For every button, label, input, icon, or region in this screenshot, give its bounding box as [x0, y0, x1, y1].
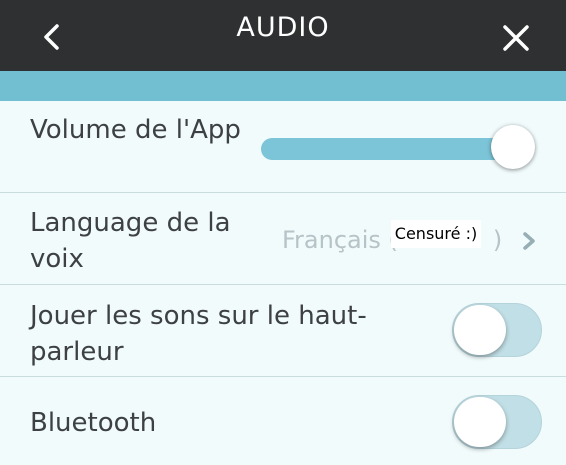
- bluetooth-toggle[interactable]: [452, 395, 542, 449]
- speaker-toggle[interactable]: [452, 303, 542, 357]
- language-label: Language de la voix: [30, 208, 231, 274]
- volume-label: Volume de l'App: [30, 115, 241, 145]
- close-button[interactable]: [490, 10, 540, 60]
- language-value-suffix: ): [492, 226, 503, 254]
- close-icon: [503, 25, 529, 51]
- settings-row-volume: Volume de l'App: [0, 101, 566, 193]
- chevron-right-icon: [523, 232, 535, 250]
- speaker-toggle-knob: [454, 305, 506, 355]
- language-chevron[interactable]: [519, 231, 539, 251]
- header-bar: AUDIO: [0, 0, 566, 71]
- page-title: AUDIO: [236, 12, 330, 43]
- volume-slider[interactable]: [261, 125, 535, 169]
- settings-row-speaker: Jouer les sons sur le haut-parleur: [0, 285, 566, 377]
- bluetooth-label: Bluetooth: [30, 408, 157, 438]
- header-accent-band: [0, 71, 566, 101]
- bluetooth-toggle-knob: [454, 397, 506, 447]
- redaction-overlay: Censuré :): [391, 220, 481, 248]
- volume-slider-thumb[interactable]: [491, 125, 535, 169]
- volume-slider-track: [261, 138, 526, 160]
- settings-row-bluetooth: Bluetooth: [0, 377, 566, 465]
- speaker-label: Jouer les sons sur le haut-parleur: [30, 301, 367, 367]
- language-value-text: Français (: [282, 226, 398, 254]
- settings-row-language[interactable]: Language de la voix Français () Censuré …: [0, 193, 566, 285]
